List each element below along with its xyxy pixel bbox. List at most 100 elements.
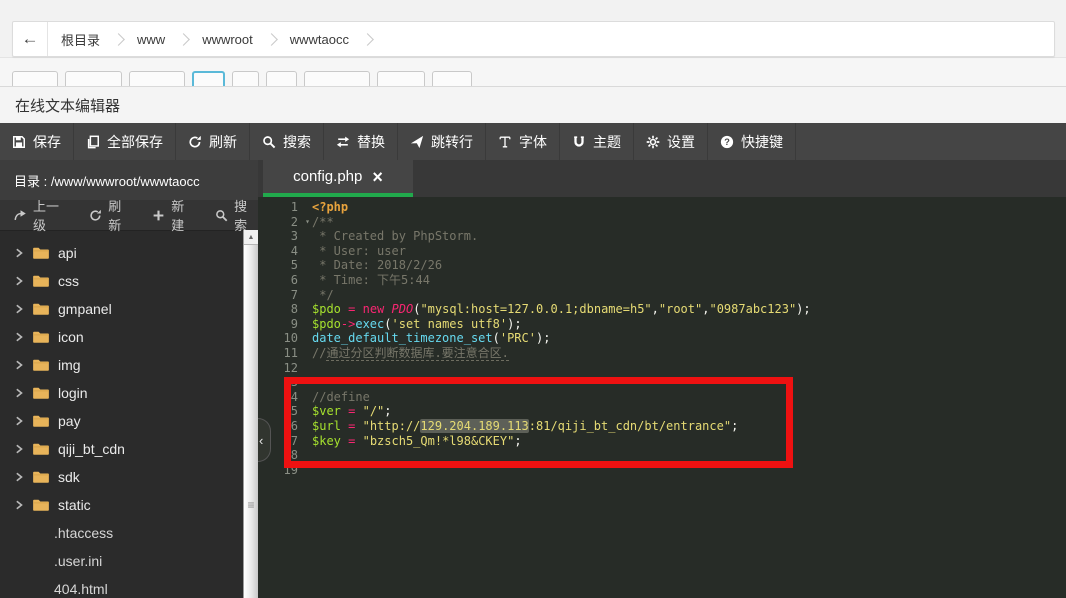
tree-file-.htaccess[interactable]: .htaccess [0,519,258,547]
tree-folder-label: img [58,357,81,373]
save-icon [12,135,26,149]
tree-nav-bar: 上一级刷新新建搜索 [0,200,258,231]
chevron-right-icon [14,416,24,426]
tree-folder-api[interactable]: api [0,239,258,267]
toolbar-button-font[interactable]: 字体 [486,123,560,160]
breadcrumb-item-www[interactable]: www [124,32,178,47]
code-token: */ [312,288,334,302]
line-number: 5 [258,258,302,273]
toolbar-button-search[interactable]: 搜索 [250,123,324,160]
settings-icon [646,135,660,149]
scrollbar-up-icon[interactable]: ▲ [244,230,258,245]
file-tree: apicss gmpanel icon img login pay qiji_bt_cdns… [0,231,258,598]
breadcrumb-item-根目录[interactable]: 根目录 [48,30,113,49]
breadcrumb-item-wwwroot[interactable]: wwwroot [189,32,266,47]
toolbar-button-replace[interactable]: 替换 [324,123,398,160]
tree-file-.user.ini[interactable]: .user.ini [0,547,258,575]
back-button[interactable]: ← [13,22,48,56]
tree-folder-label: sdk [58,469,80,485]
line-number: 2▾ [258,215,302,230]
up-level-icon [14,209,27,222]
code-line-content [302,463,312,478]
code-line: 8$pdo = new PDO("mysql:host=127.0.0.1;db… [258,302,1066,317]
tree-scrollbar[interactable]: ▲ ≡ [243,230,258,598]
code-token: * User: user [312,244,406,258]
code-line-content [302,375,312,390]
back-arrow-icon: ← [22,29,39,49]
refresh-icon [89,209,102,222]
breadcrumb: ← 根目录 www wwwroot wwwtaocc [12,21,1055,57]
code-token: //define [312,390,370,404]
code-token: $url [312,419,341,433]
breadcrumb-chevron-icon [361,33,374,46]
folder-icon [32,246,50,260]
code-token [355,419,362,433]
tree-nav-refresh[interactable]: 刷新 [89,196,132,234]
code-token: * Time: 下午5:44 [312,273,430,287]
breadcrumb-item-wwwtaocc[interactable]: wwwtaocc [277,32,362,47]
code-token: ; [514,434,521,448]
scrollbar-grip-icon[interactable]: ≡ [244,498,258,512]
toolbar-button-label: 全部保存 [107,132,163,152]
tree-folder-pay[interactable]: pay [0,407,258,435]
tree-folder-img[interactable]: img [0,351,258,379]
code-line: 9$pdo->exec('set names utf8'); [258,317,1066,332]
breadcrumb-items: 根目录 www wwwroot wwwtaocc [48,22,373,56]
tab-config-php[interactable]: config.php × [263,160,413,197]
code-line: 14//define [258,390,1066,405]
code-token: "mysql:host=127.0.0.1;dbname=h5" [420,302,651,316]
toolbar-button-save[interactable]: 保存 [0,123,74,160]
code-token: "http:// [363,419,421,433]
toolbar-button-settings[interactable]: 设置 [634,123,708,160]
tree-folder-gmpanel[interactable]: gmpanel [0,295,258,323]
toolbar-button-goto-line[interactable]: 跳转行 [398,123,486,160]
folder-icon [32,358,50,372]
tree-nav-new[interactable]: 新建 [152,196,195,234]
tree-folder-qiji_bt_cdn[interactable]: qiji_bt_cdn [0,435,258,463]
toolbar-button-label: 主题 [593,132,621,152]
code-line-content: //define [302,390,370,405]
tree-folder-icon[interactable]: icon [0,323,258,351]
line-number: 19 [258,463,302,478]
tree-folder-label: pay [58,413,81,429]
toolbar-button-save-all[interactable]: 全部保存 [74,123,176,160]
code-line-content: * User: user [302,244,406,259]
toolbar-button-refresh[interactable]: 刷新 [176,123,250,160]
toolbar-button-label: 快捷键 [741,132,783,152]
tree-folder-label: gmpanel [58,301,112,317]
chevron-right-icon [14,444,24,454]
tree-nav-label: 搜索 [234,196,258,234]
tree-nav-search[interactable]: 搜索 [215,196,258,234]
code-token: ; [384,404,391,418]
code-token: "root" [659,302,702,316]
line-number: 8 [258,302,302,317]
tree-folder-login[interactable]: login [0,379,258,407]
tree-folder-sdk[interactable]: sdk [0,463,258,491]
code-token: exec [355,317,384,331]
code-token: $ver [312,404,341,418]
line-number: 3 [258,229,302,244]
code-token [384,302,391,316]
breadcrumb-chevron-icon [177,33,190,46]
tree-folder-static[interactable]: static [0,491,258,519]
tree-folder-label: qiji_bt_cdn [58,441,125,457]
code-line-content: date_default_timezone_set('PRC'); [302,331,550,346]
close-icon[interactable]: × [372,168,383,186]
tree-nav-up-level[interactable]: 上一级 [14,196,69,234]
tree-folder-label: icon [58,329,84,345]
tree-nav-label: 新建 [171,196,195,234]
toolbar-button-hotkeys[interactable]: ?快捷键 [708,123,796,160]
save-all-icon [86,135,100,149]
tree-file-404.html[interactable]: 404.html [0,575,258,598]
toolbar-button-label: 刷新 [209,132,237,152]
toolbar-button-theme[interactable]: 主题 [560,123,634,160]
tree-folder-css[interactable]: css [0,267,258,295]
search-icon [215,209,228,222]
code-line-content: * Date: 2018/2/26 [302,258,442,273]
code-line-content: * Created by PhpStorm. [302,229,478,244]
line-number: 13 [258,375,302,390]
fold-icon[interactable]: ▾ [305,215,310,230]
sidebar-collapse-handle[interactable]: ‹ [258,418,271,462]
code-token: -> [341,317,355,331]
code-editor[interactable]: 1<?php2▾/**3 * Created by PhpStorm.4 * U… [258,197,1066,598]
